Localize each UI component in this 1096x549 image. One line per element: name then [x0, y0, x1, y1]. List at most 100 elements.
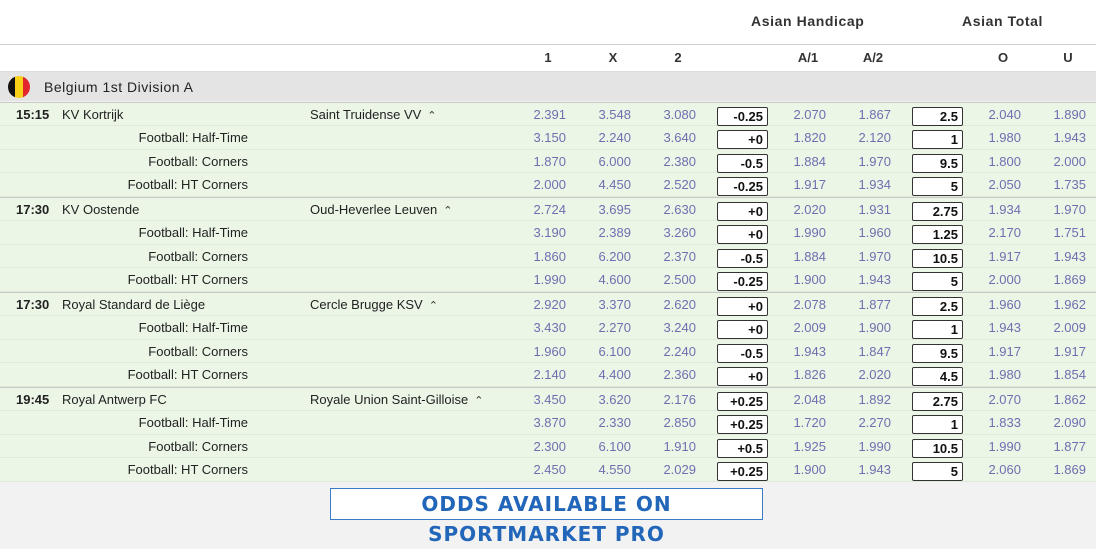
odds-draw[interactable]: 4.550 [575, 462, 631, 477]
odds-handicap-away[interactable]: 2.270 [835, 415, 891, 430]
odds-handicap-home[interactable]: 2.020 [770, 202, 826, 217]
odds-handicap-away[interactable]: 1.934 [835, 177, 891, 192]
odds-handicap-home[interactable]: 1.884 [770, 154, 826, 169]
home-team[interactable]: KV Oostende [62, 202, 139, 217]
odds-under[interactable]: 1.735 [1030, 177, 1086, 192]
odds-draw[interactable]: 4.450 [575, 177, 631, 192]
total-line-box[interactable]: 10.5 [912, 438, 963, 458]
odds-away[interactable]: 2.380 [640, 154, 696, 169]
total-line-box[interactable]: 5 [912, 177, 963, 197]
odds-handicap-away[interactable]: 1.990 [835, 439, 891, 454]
handicap-line-box[interactable]: -0.5 [717, 343, 768, 363]
handicap-line-box[interactable]: -0.25 [717, 177, 768, 197]
handicap-line-box[interactable]: +0.25 [717, 414, 768, 434]
total-line-box[interactable]: 1.25 [912, 224, 963, 244]
odds-home[interactable]: 2.450 [510, 462, 566, 477]
odds-draw[interactable]: 4.400 [575, 367, 631, 382]
odds-under[interactable]: 1.869 [1030, 462, 1086, 477]
odds-handicap-home[interactable]: 1.900 [770, 462, 826, 477]
odds-handicap-away[interactable]: 1.943 [835, 462, 891, 477]
odds-draw[interactable]: 6.200 [575, 249, 631, 264]
odds-home[interactable]: 1.990 [510, 272, 566, 287]
handicap-line-box[interactable]: +0.25 [717, 392, 768, 411]
odds-away[interactable]: 3.260 [640, 225, 696, 240]
odds-over[interactable]: 1.943 [965, 320, 1021, 335]
odds-handicap-home[interactable]: 2.048 [770, 392, 826, 407]
odds-away[interactable]: 2.630 [640, 202, 696, 217]
odds-handicap-away[interactable]: 2.120 [835, 130, 891, 145]
odds-home[interactable]: 3.150 [510, 130, 566, 145]
odds-under[interactable]: 1.962 [1030, 297, 1086, 312]
odds-over[interactable]: 1.833 [965, 415, 1021, 430]
odds-over[interactable]: 1.800 [965, 154, 1021, 169]
odds-handicap-home[interactable]: 1.917 [770, 177, 826, 192]
handicap-line-box[interactable]: +0 [717, 202, 768, 221]
odds-handicap-away[interactable]: 1.960 [835, 225, 891, 240]
odds-handicap-home[interactable]: 1.720 [770, 415, 826, 430]
odds-home[interactable]: 3.450 [510, 392, 566, 407]
away-team[interactable]: Cercle Brugge KSV ⌃ [310, 297, 438, 312]
handicap-line-box[interactable]: +0 [717, 319, 768, 339]
odds-under[interactable]: 1.869 [1030, 272, 1086, 287]
odds-home[interactable]: 3.870 [510, 415, 566, 430]
handicap-line-box[interactable]: +0.25 [717, 462, 768, 482]
promo-banner[interactable]: ODDS AVAILABLE ON SPORTMARKET PRO [330, 488, 763, 546]
odds-away[interactable]: 2.620 [640, 297, 696, 312]
chevron-up-icon[interactable]: ⌃ [474, 395, 483, 407]
odds-home[interactable]: 2.300 [510, 439, 566, 454]
odds-handicap-home[interactable]: 1.990 [770, 225, 826, 240]
odds-home[interactable]: 3.190 [510, 225, 566, 240]
odds-draw[interactable]: 4.600 [575, 272, 631, 287]
total-line-box[interactable]: 10.5 [912, 248, 963, 268]
handicap-line-box[interactable]: -0.25 [717, 107, 768, 126]
odds-home[interactable]: 3.430 [510, 320, 566, 335]
odds-handicap-home[interactable]: 1.884 [770, 249, 826, 264]
total-line-box[interactable]: 2.75 [912, 392, 963, 411]
odds-draw[interactable]: 2.389 [575, 225, 631, 240]
odds-handicap-away[interactable]: 1.892 [835, 392, 891, 407]
odds-under[interactable]: 2.000 [1030, 154, 1086, 169]
odds-handicap-away[interactable]: 1.970 [835, 249, 891, 264]
odds-over[interactable]: 2.050 [965, 177, 1021, 192]
odds-home[interactable]: 2.391 [510, 107, 566, 122]
handicap-line-box[interactable]: -0.5 [717, 248, 768, 268]
odds-draw[interactable]: 2.330 [575, 415, 631, 430]
odds-handicap-away[interactable]: 1.970 [835, 154, 891, 169]
odds-under[interactable]: 2.009 [1030, 320, 1086, 335]
odds-draw[interactable]: 6.000 [575, 154, 631, 169]
total-line-box[interactable]: 2.5 [912, 107, 963, 126]
total-line-box[interactable]: 5 [912, 462, 963, 482]
odds-over[interactable]: 1.960 [965, 297, 1021, 312]
total-line-box[interactable]: 1 [912, 414, 963, 434]
odds-draw[interactable]: 3.695 [575, 202, 631, 217]
odds-handicap-home[interactable]: 2.070 [770, 107, 826, 122]
odds-handicap-away[interactable]: 1.877 [835, 297, 891, 312]
handicap-line-box[interactable]: +0 [717, 297, 768, 316]
handicap-line-box[interactable]: +0 [717, 224, 768, 244]
odds-over[interactable]: 1.990 [965, 439, 1021, 454]
odds-handicap-away[interactable]: 1.943 [835, 272, 891, 287]
odds-handicap-home[interactable]: 2.009 [770, 320, 826, 335]
odds-handicap-home[interactable]: 2.078 [770, 297, 826, 312]
odds-handicap-away[interactable]: 1.847 [835, 344, 891, 359]
odds-under[interactable]: 1.917 [1030, 344, 1086, 359]
odds-home[interactable]: 2.724 [510, 202, 566, 217]
odds-over[interactable]: 2.000 [965, 272, 1021, 287]
odds-handicap-away[interactable]: 1.931 [835, 202, 891, 217]
odds-over[interactable]: 2.070 [965, 392, 1021, 407]
odds-home[interactable]: 1.960 [510, 344, 566, 359]
odds-under[interactable]: 1.970 [1030, 202, 1086, 217]
chevron-up-icon[interactable]: ⌃ [443, 205, 452, 217]
odds-home[interactable]: 2.000 [510, 177, 566, 192]
total-line-box[interactable]: 9.5 [912, 153, 963, 173]
odds-handicap-home[interactable]: 1.900 [770, 272, 826, 287]
home-team[interactable]: Royal Standard de Liège [62, 297, 205, 312]
handicap-line-box[interactable]: +0 [717, 367, 768, 387]
odds-draw[interactable]: 2.240 [575, 130, 631, 145]
total-line-box[interactable]: 5 [912, 272, 963, 292]
odds-under[interactable]: 2.090 [1030, 415, 1086, 430]
odds-over[interactable]: 2.060 [965, 462, 1021, 477]
home-team[interactable]: KV Kortrijk [62, 107, 123, 122]
odds-over[interactable]: 2.040 [965, 107, 1021, 122]
away-team[interactable]: Royale Union Saint-Gilloise ⌃ [310, 392, 483, 407]
